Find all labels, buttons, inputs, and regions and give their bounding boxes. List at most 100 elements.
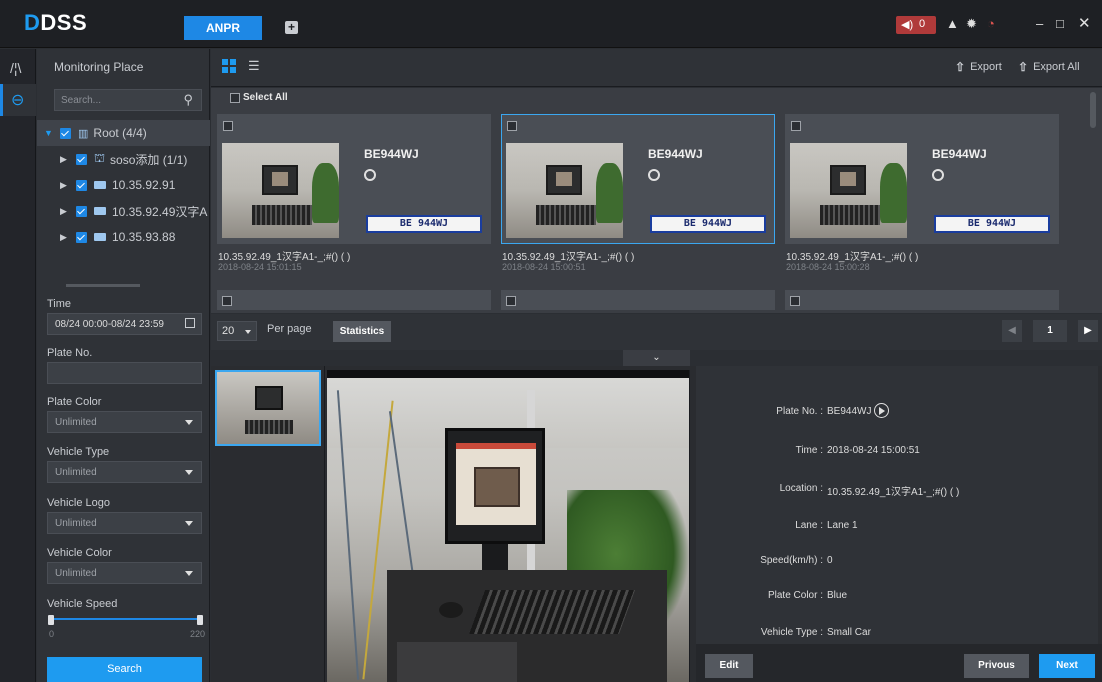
maximize-icon[interactable]: □ [1056, 16, 1064, 31]
plate-color-select[interactable]: Unlimited [47, 411, 202, 433]
video-reel-icon[interactable] [932, 169, 944, 181]
tree-checkbox[interactable] [76, 205, 87, 217]
record-time: 2018-08-24 15:00:51 [502, 262, 586, 272]
expand-arrow-icon[interactable]: ▶ [60, 206, 68, 217]
time-range-field[interactable]: 08/24 00:00-08/24 23:59 [47, 313, 202, 335]
record-checkbox[interactable] [507, 121, 517, 131]
user-icon[interactable]: ▲ [946, 16, 959, 31]
info-speed: Speed(km/h) : 0 [696, 555, 1098, 571]
tree-checkbox[interactable] [76, 231, 87, 243]
record-card-partial[interactable] [501, 290, 775, 310]
record-checkbox[interactable] [222, 296, 232, 306]
collapse-arrow-icon[interactable]: ▼ [44, 128, 53, 138]
page-number[interactable]: 1 [1033, 320, 1067, 342]
next-page-button[interactable]: ▶ [1078, 320, 1098, 342]
edit-button[interactable]: Edit [705, 654, 753, 678]
network-icon: ▥ [78, 127, 89, 140]
tree-node-label: 10.35.92.49汉字A [112, 204, 208, 219]
plate-no-input[interactable] [47, 362, 202, 384]
vehicle-module-tab[interactable]: ⊖ [0, 84, 36, 116]
play-icon[interactable] [874, 403, 889, 418]
tree-checkbox[interactable] [60, 127, 71, 139]
export-all-button[interactable]: ⇧ Export All [1018, 60, 1080, 74]
minimize-icon[interactable]: – [1036, 16, 1043, 31]
tree-node-label: Root (4/4) [93, 126, 147, 140]
calendar-icon[interactable] [185, 318, 195, 328]
detail-thumbnail-selected[interactable] [215, 370, 321, 446]
next-button[interactable]: Next [1039, 654, 1095, 678]
vehicle-thumbnail[interactable] [506, 143, 623, 238]
record-card[interactable]: BE944WJ BE 944WJ [785, 114, 1059, 244]
snapshot-image[interactable] [327, 370, 690, 682]
device-search-box[interactable]: ⚲ [54, 89, 202, 111]
tree-checkbox[interactable] [76, 179, 87, 191]
road-icon[interactable]: /¦\ [10, 60, 21, 76]
record-checkbox[interactable] [223, 121, 233, 131]
record-card-partial[interactable] [785, 290, 1059, 310]
select-all-checkbox[interactable]: Select All [230, 92, 288, 103]
record-card[interactable]: BE944WJ BE 944WJ [217, 114, 491, 244]
speaker-icon: ◀) [901, 19, 914, 31]
grid-view-icon[interactable] [222, 59, 236, 73]
plate-number: BE944WJ [364, 147, 419, 161]
gauge-icon[interactable]: ◔ [987, 16, 995, 31]
list-view-icon[interactable]: ☰ [248, 58, 260, 74]
vehicle-color-select[interactable]: Unlimited [47, 562, 202, 584]
grid-scrollbar[interactable] [1090, 92, 1096, 128]
tree-node-device[interactable]: ▶ 10.35.92.91 [60, 173, 175, 197]
export-all-label: Export All [1033, 61, 1080, 73]
info-value: BE944WJ [827, 406, 872, 417]
slider-min-handle[interactable] [48, 615, 54, 625]
info-key: Plate Color : [767, 590, 823, 601]
search-button[interactable]: Search [47, 657, 202, 682]
tree-scrollbar[interactable] [66, 284, 140, 287]
tab-anpr[interactable]: ANPR [184, 16, 262, 40]
info-location: Location : 10.35.92.49_1汉字A1-_;#() ( ) [696, 483, 1098, 499]
record-checkbox[interactable] [506, 296, 516, 306]
vehicle-speed-label: Vehicle Speed [47, 598, 118, 610]
search-icon[interactable]: ⚲ [183, 92, 193, 108]
alarm-indicator[interactable]: ◀) 0 [896, 16, 936, 34]
tree-node-root[interactable]: ▼ ▥ Root (4/4) [44, 121, 147, 145]
prev-page-button[interactable]: ◀ [1002, 320, 1022, 342]
device-search-input[interactable] [61, 93, 171, 107]
info-time: Time : 2018-08-24 15:00:51 [696, 445, 1098, 461]
vehicle-logo-select[interactable]: Unlimited [47, 512, 202, 534]
tree-checkbox[interactable] [76, 153, 87, 165]
record-card-partial[interactable] [217, 290, 491, 310]
gear-icon[interactable]: ✹ [966, 16, 977, 32]
tree-node-device[interactable]: ▶ 10.35.93.88 [60, 225, 175, 249]
video-reel-icon[interactable] [364, 169, 376, 181]
statistics-button[interactable]: Statistics [333, 321, 391, 342]
previous-button[interactable]: Privous [964, 654, 1029, 678]
app-logo: DDSS [24, 10, 88, 35]
record-time: 2018-08-24 15:00:28 [786, 262, 870, 272]
speed-range-slider[interactable] [48, 615, 203, 625]
checkbox[interactable] [230, 92, 240, 103]
close-icon[interactable]: ✕ [1078, 14, 1091, 32]
info-plate-color: Plate Color : Blue [696, 590, 1098, 606]
device-icon [94, 233, 106, 241]
expand-arrow-icon[interactable]: ▶ [60, 154, 68, 165]
tree-node-device[interactable]: ▶ 10.35.92.49汉字A [60, 199, 210, 223]
slider-max-handle[interactable] [197, 615, 203, 625]
speed-max-label: 220 [190, 629, 206, 639]
record-checkbox[interactable] [790, 296, 800, 306]
info-plate-no: Plate No. : BE944WJ [696, 406, 1098, 422]
plate-image: BE 944WJ [650, 215, 766, 233]
slider-rail [54, 618, 197, 620]
vehicle-type-select[interactable]: Unlimited [47, 461, 202, 483]
expand-arrow-icon[interactable]: ▶ [60, 232, 68, 243]
expand-arrow-icon[interactable]: ▶ [60, 180, 68, 191]
vehicle-thumbnail[interactable] [790, 143, 907, 238]
per-page-select[interactable]: 20 [217, 321, 257, 341]
video-reel-icon[interactable] [648, 169, 660, 181]
vehicle-thumbnail[interactable] [222, 143, 339, 238]
collapse-detail-button[interactable]: ⌄ [623, 350, 690, 366]
export-button[interactable]: ⇧ Export [955, 60, 1002, 74]
record-card-selected[interactable]: BE944WJ BE 944WJ [501, 114, 775, 244]
add-tab-button[interactable]: + [285, 21, 298, 34]
record-checkbox[interactable] [791, 121, 801, 131]
tree-node-soso[interactable]: ▶ ⛫ soso添加 (1/1) [60, 147, 187, 171]
chevron-down-icon [185, 521, 193, 526]
